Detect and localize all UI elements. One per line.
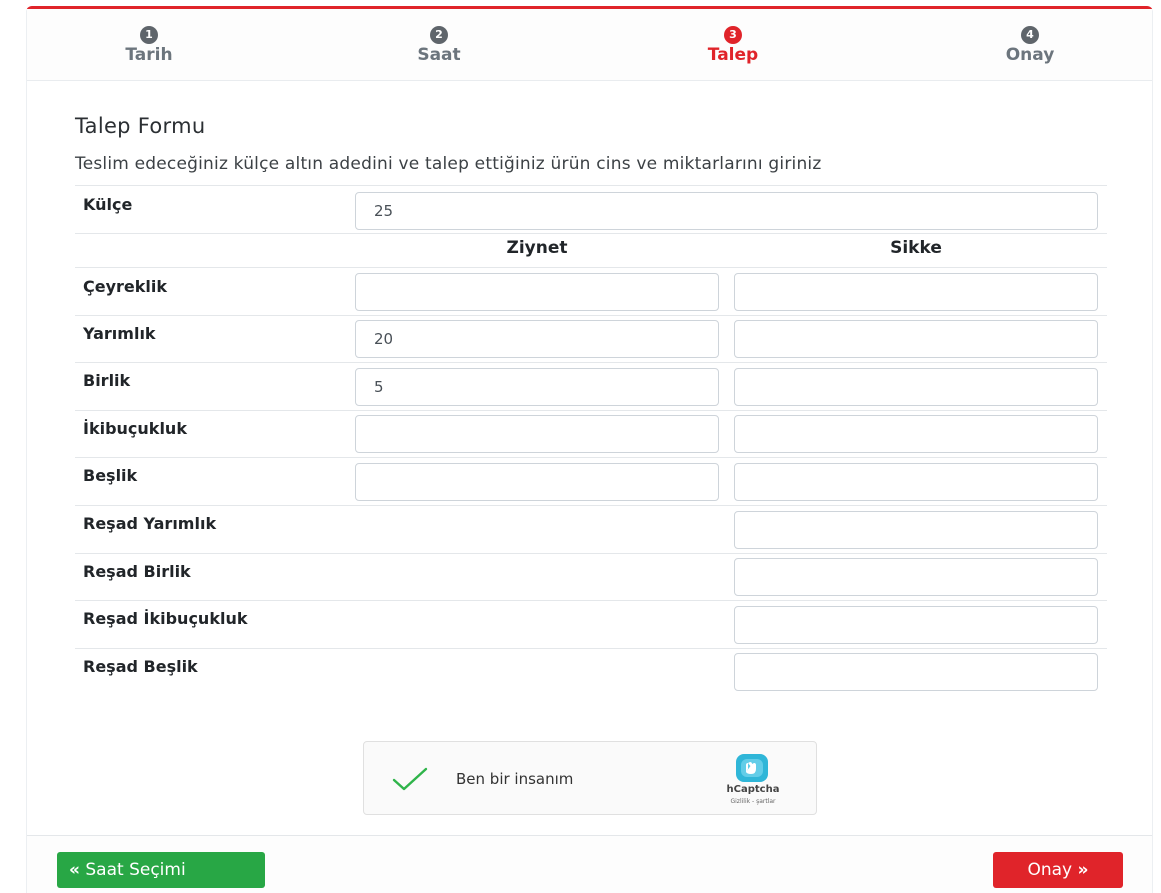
step-label: Tarih: [125, 45, 173, 65]
ikibucukluk-ziynet-input[interactable]: [355, 415, 719, 453]
back-to-time-button[interactable]: « Saat Seçimi: [57, 852, 265, 888]
row-label-resad-yarimlik: Reşad Yarımlık: [83, 514, 217, 533]
step-number: 4: [1021, 26, 1039, 44]
row-label-birlik: Birlik: [83, 371, 131, 390]
step-number: 1: [140, 26, 158, 44]
step-label: Talep: [707, 45, 759, 65]
confirm-button[interactable]: Onay »: [993, 852, 1123, 888]
double-chevron-left-icon: «: [69, 860, 80, 880]
step-onay[interactable]: 4 Onay: [960, 23, 1100, 66]
step-tarih[interactable]: 1 Tarih: [79, 23, 219, 66]
captcha-text: Ben bir insanım: [456, 770, 574, 788]
request-card: 1 Tarih 2 Saat 3 Talep 4 Onay Talep Form…: [26, 6, 1153, 893]
column-header-sikke: Sikke: [890, 238, 942, 258]
resad-ikibucukluk-sikke-input[interactable]: [734, 606, 1098, 644]
wizard-steps: 1 Tarih 2 Saat 3 Talep 4 Onay: [27, 9, 1152, 81]
kulce-label: Külçe: [83, 195, 133, 214]
confirm-button-label: Onay: [1027, 860, 1073, 880]
resad-beslik-sikke-input[interactable]: [734, 653, 1098, 691]
back-button-label: Saat Seçimi: [85, 860, 186, 880]
row-divider: [75, 410, 1107, 411]
row-divider: [75, 457, 1107, 458]
row-divider: [75, 553, 1107, 554]
row-divider: [75, 233, 1107, 234]
check-icon: [392, 767, 428, 791]
birlik-sikke-input[interactable]: [734, 368, 1098, 406]
beslik-ziynet-input[interactable]: [355, 463, 719, 501]
double-chevron-right-icon: »: [1077, 860, 1089, 880]
step-label: Saat: [417, 45, 461, 65]
step-number: 3: [724, 26, 742, 44]
row-divider: [75, 648, 1107, 649]
form-title: Talep Formu: [75, 114, 206, 138]
row-label-resad-beslik: Reşad Beşlik: [83, 657, 198, 676]
row-divider: [75, 185, 1107, 186]
row-divider: [75, 505, 1107, 506]
row-divider: [75, 600, 1107, 601]
column-header-ziynet: Ziynet: [506, 238, 568, 258]
row-divider: [75, 362, 1107, 363]
form-description: Teslim edeceğiniz külçe altın adedini ve…: [75, 154, 822, 174]
row-label-ikibucukluk: İkibuçukluk: [83, 419, 187, 438]
step-saat[interactable]: 2 Saat: [369, 23, 509, 66]
step-label: Onay: [1005, 45, 1055, 65]
row-divider: [75, 315, 1107, 316]
kulce-input[interactable]: [355, 192, 1098, 230]
ikibucukluk-sikke-input[interactable]: [734, 415, 1098, 453]
row-label-yarimlik: Yarımlık: [83, 324, 156, 343]
birlik-ziynet-input[interactable]: [355, 368, 719, 406]
form-footer: « Saat Seçimi Onay »: [27, 835, 1152, 893]
row-label-resad-ikibucukluk: Reşad İkibuçukluk: [83, 609, 248, 628]
hcaptcha-logo-icon: [736, 754, 768, 782]
resad-yarimlik-sikke-input[interactable]: [734, 511, 1098, 549]
step-talep[interactable]: 3 Talep: [663, 23, 803, 66]
yarimlik-sikke-input[interactable]: [734, 320, 1098, 358]
ceyreklik-sikke-input[interactable]: [734, 273, 1098, 311]
row-label-resad-birlik: Reşad Birlik: [83, 562, 191, 581]
hcaptcha-brand: hCaptcha: [726, 784, 780, 795]
row-label-beslik: Beşlik: [83, 466, 138, 485]
hcaptcha-links[interactable]: Gizlilik - şartlar: [713, 798, 793, 805]
row-divider: [75, 267, 1107, 268]
ceyreklik-ziynet-input[interactable]: [355, 273, 719, 311]
resad-birlik-sikke-input[interactable]: [734, 558, 1098, 596]
hcaptcha-widget[interactable]: Ben bir insanım hCaptcha Gizlilik - şart…: [363, 741, 817, 815]
row-label-ceyreklik: Çeyreklik: [83, 277, 168, 296]
beslik-sikke-input[interactable]: [734, 463, 1098, 501]
yarimlik-ziynet-input[interactable]: [355, 320, 719, 358]
step-number: 2: [430, 26, 448, 44]
